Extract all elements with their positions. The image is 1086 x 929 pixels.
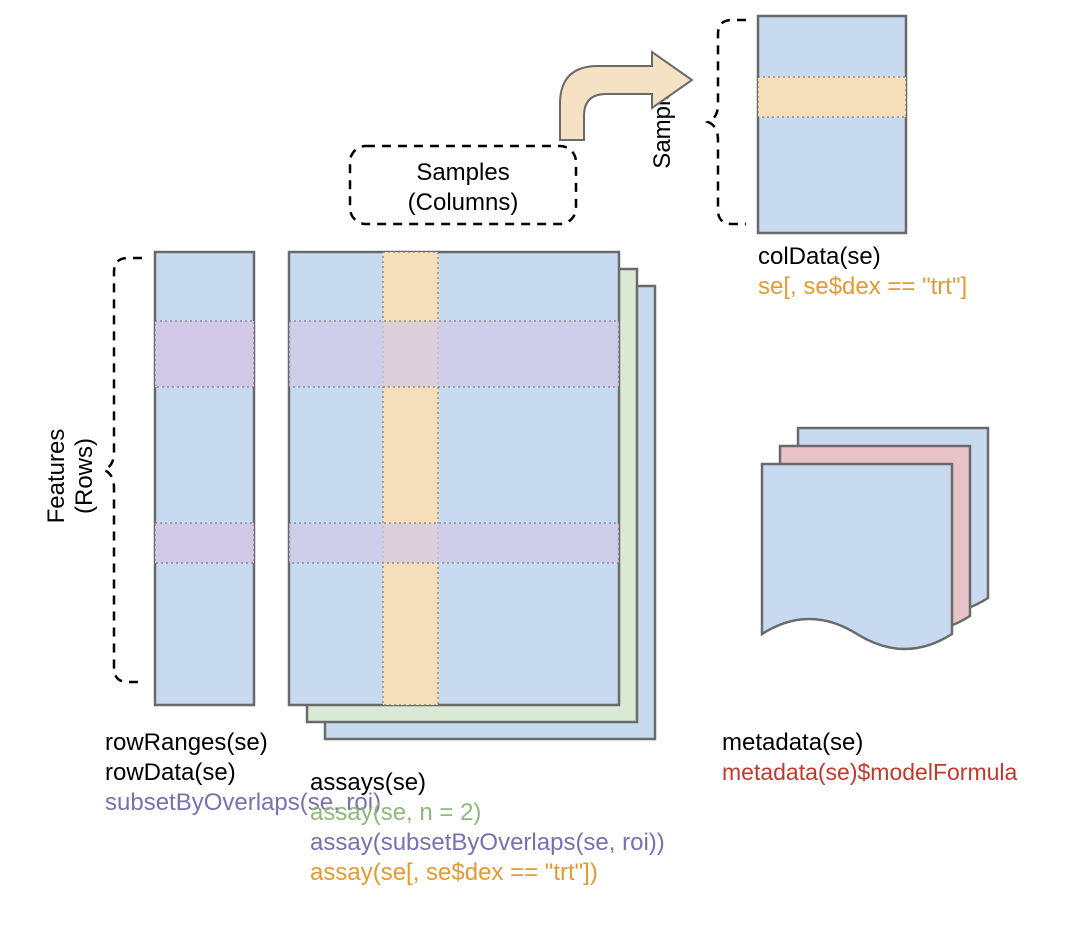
coldata-text-2: se[, se$dex == "trt"] xyxy=(758,273,967,300)
assays-text-4: assay(se[, se$dex == "trt"]) xyxy=(310,859,598,886)
coldata-text-1: colData(se) xyxy=(758,243,881,270)
metadata-text-1: metadata(se) xyxy=(722,729,863,756)
assays-stack xyxy=(289,252,655,739)
features-line1: Features xyxy=(43,429,70,524)
samples-dashed-bracket xyxy=(708,20,746,224)
samples-columns-line1: Samples xyxy=(416,159,509,186)
metadata-text-2: metadata(se)$modelFormula xyxy=(722,759,1018,785)
assays-text-3: assay(subsetByOverlaps(se, roi)) xyxy=(310,829,665,856)
rowranges-text-1: rowRanges(se) xyxy=(105,729,268,756)
summarized-experiment-diagram: Samples colData(se) se[, se$dex == "trt"… xyxy=(0,0,1086,929)
rowranges-block xyxy=(155,252,254,705)
metadata-stack xyxy=(762,428,988,649)
coldata-block xyxy=(758,16,906,233)
rowranges-text-2: rowData(se) xyxy=(105,759,236,786)
assays-text-1: assays(se) xyxy=(310,769,426,796)
features-line2: (Rows) xyxy=(71,438,98,514)
assays-text-2: assay(se, n = 2) xyxy=(310,799,481,826)
samples-columns-line2: (Columns) xyxy=(408,189,519,216)
features-dashed-bracket xyxy=(104,258,142,682)
